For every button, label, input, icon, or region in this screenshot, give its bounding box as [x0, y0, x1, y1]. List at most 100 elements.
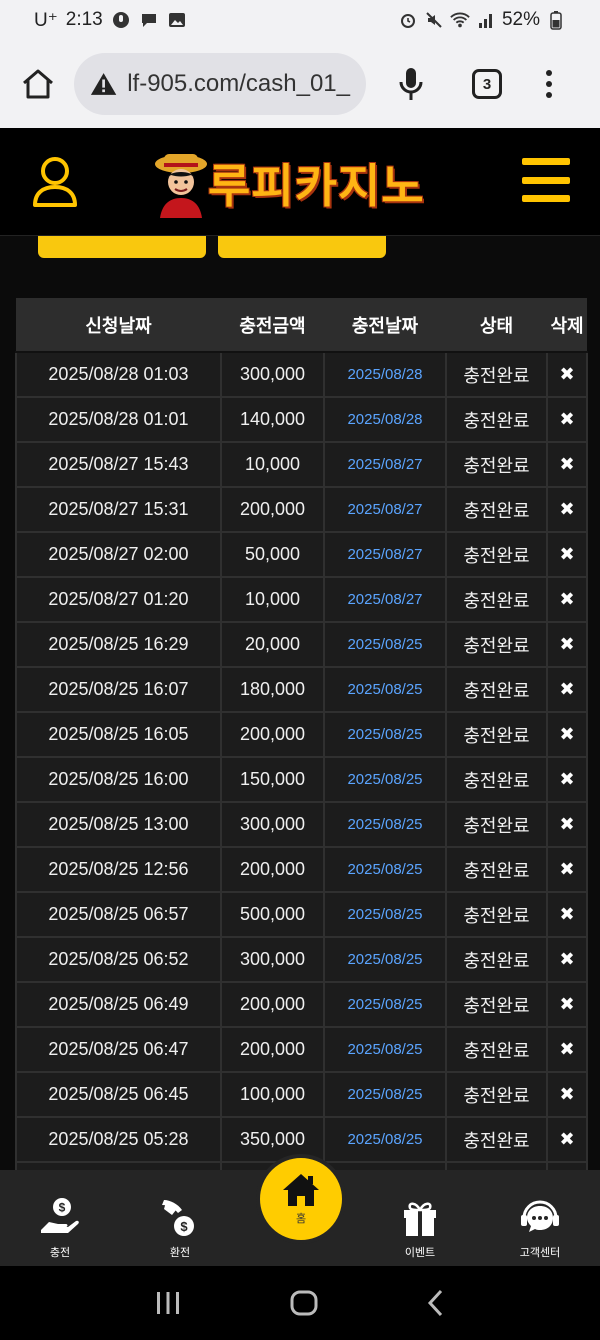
- delete-button[interactable]: ✖: [546, 1116, 588, 1163]
- delete-button[interactable]: ✖: [546, 846, 588, 893]
- wifi-icon: [450, 10, 470, 30]
- nav-withdraw[interactable]: $ 환전: [120, 1170, 240, 1266]
- back-button[interactable]: [426, 1289, 446, 1317]
- nav-support[interactable]: 고객센터: [480, 1170, 600, 1266]
- table-row: 2025/08/28 01:01 140,000 2025/08/28 충전완료 ✖: [15, 396, 588, 443]
- charge-date-cell: 2025/08/25: [323, 666, 447, 713]
- voice-search-button[interactable]: [396, 66, 426, 102]
- main-menu-button[interactable]: [522, 158, 570, 202]
- amount-cell: 100,000: [220, 1071, 325, 1118]
- android-home-button[interactable]: [290, 1289, 318, 1317]
- col-amount: 충전금액: [221, 298, 324, 353]
- nav-support-label: 고객센터: [519, 1247, 561, 1259]
- nav-event[interactable]: 이벤트: [360, 1170, 480, 1266]
- table-row: 2025/08/25 16:00 150,000 2025/08/25 충전완료 ✖: [15, 756, 588, 803]
- charge-date-cell: 2025/08/25: [323, 981, 447, 1028]
- delete-button[interactable]: [546, 1161, 588, 1170]
- tab-switcher-button[interactable]: 3: [472, 69, 502, 99]
- house-outline-icon: [23, 69, 53, 99]
- site-logo[interactable]: 루피카지노: [150, 146, 456, 220]
- request-date-cell: 2025/08/27 01:20: [15, 576, 222, 623]
- request-date-cell: 2025/08/27 15:43: [15, 441, 222, 488]
- clock: 2:13: [65, 9, 103, 30]
- delete-button[interactable]: ✖: [546, 576, 588, 623]
- recent-apps-button[interactable]: [154, 1290, 182, 1316]
- delete-button[interactable]: ✖: [546, 756, 588, 803]
- table-row: 2025/08/27 02:00 50,000 2025/08/27 충전완료 ✖: [15, 531, 588, 578]
- delete-button[interactable]: ✖: [546, 351, 588, 398]
- charge-date-cell: 2025/08/25: [323, 801, 447, 848]
- status-cell: 충전완료: [445, 351, 548, 398]
- delete-button[interactable]: ✖: [546, 531, 588, 578]
- delete-button[interactable]: ✖: [546, 666, 588, 713]
- delete-button[interactable]: ✖: [546, 936, 588, 983]
- request-date-cell: 2025/08/25 13:00: [15, 801, 222, 848]
- nav-deposit[interactable]: $ 충전: [0, 1170, 120, 1266]
- amount-cell: 150,000: [220, 756, 325, 803]
- address-bar[interactable]: lf-905.com/cash_01_: [74, 53, 366, 115]
- delete-button[interactable]: ✖: [546, 621, 588, 668]
- amount-cell: 200,000: [220, 711, 325, 758]
- table-row: 2025/08/25 06:49 200,000 2025/08/25 충전완료 ✖: [15, 981, 588, 1028]
- deposit-history-table: 신청날짜 충전금액 충전날짜 상태 삭제 2025/08/28 01:03 300…: [15, 298, 588, 1170]
- amount-cell: 10,000: [220, 576, 325, 623]
- delete-button[interactable]: ✖: [546, 1026, 588, 1073]
- svg-text:$: $: [59, 1201, 66, 1215]
- status-bar: U⁺ 2:13 52%: [0, 0, 600, 40]
- charge-date-cell: 2025/08/25: [323, 1026, 447, 1073]
- user-account-button[interactable]: [32, 156, 78, 208]
- delete-button[interactable]: ✖: [546, 891, 588, 938]
- nav-home-button[interactable]: 홈: [256, 1154, 346, 1244]
- amount-cell: 300,000: [220, 351, 325, 398]
- delete-button[interactable]: ✖: [546, 486, 588, 533]
- amount-cell: 140,000: [220, 396, 325, 443]
- status-cell: 충전완료: [445, 936, 548, 983]
- request-date-cell: 2025/08/25 05:28: [15, 1116, 222, 1163]
- nav-home-label: 홈: [295, 1213, 307, 1225]
- amount-cell: 300,000: [220, 936, 325, 983]
- delete-button[interactable]: ✖: [546, 441, 588, 488]
- status-cell: 충전완료: [445, 801, 548, 848]
- status-cell: 충전완료: [445, 621, 548, 668]
- android-navigation-bar: [0, 1266, 600, 1340]
- browser-menu-button[interactable]: [546, 70, 552, 98]
- amount-cell: 200,000: [220, 486, 325, 533]
- charge-date-cell: [323, 1161, 447, 1170]
- browser-home-button[interactable]: [20, 66, 56, 102]
- status-cell: 충전완료: [445, 846, 548, 893]
- delete-button[interactable]: ✖: [546, 396, 588, 443]
- amount-cell: 200,000: [220, 981, 325, 1028]
- request-date-cell: 2025/08/25 06:57: [15, 891, 222, 938]
- request-date-cell: 2025/08/28 01:03: [15, 351, 222, 398]
- status-cell: 충전완료: [445, 711, 548, 758]
- request-date-cell: 2025/08/25 06:49: [15, 981, 222, 1028]
- yellow-action-button-left[interactable]: [38, 236, 206, 258]
- delete-button[interactable]: ✖: [546, 981, 588, 1028]
- table-row: 2025/08/25 16:05 200,000 2025/08/25 충전완료 ✖: [15, 711, 588, 758]
- request-date-cell: 2025/08/25 06:47: [15, 1026, 222, 1073]
- charge-date-cell: 2025/08/25: [323, 1071, 447, 1118]
- table-row: 2025/08/27 15:31 200,000 2025/08/27 충전완료 ✖: [15, 486, 588, 533]
- table-row: 2025/08/25 06:52 300,000 2025/08/25 충전완료 ✖: [15, 936, 588, 983]
- amount-cell: 20,000: [220, 621, 325, 668]
- request-date-cell: 2025/08/25 06:45: [15, 1071, 222, 1118]
- status-cell: 충전완료: [445, 756, 548, 803]
- charge-date-cell: 2025/08/28: [323, 351, 447, 398]
- warning-triangle-icon: [90, 73, 117, 95]
- charge-date-cell: 2025/08/25: [323, 936, 447, 983]
- status-cell: 충전완료: [445, 576, 548, 623]
- col-delete: 삭제: [547, 298, 587, 353]
- amount-cell: 300,000: [220, 801, 325, 848]
- request-date-cell: 2025/08/25 16:07: [15, 666, 222, 713]
- delete-button[interactable]: ✖: [546, 711, 588, 758]
- table-row: 2025/08/25 06:47 200,000 2025/08/25 충전완료 ✖: [15, 1026, 588, 1073]
- delete-button[interactable]: ✖: [546, 1071, 588, 1118]
- delete-button[interactable]: ✖: [546, 801, 588, 848]
- microphone-icon: [399, 68, 423, 100]
- table-row: 2025/08/25 13:00 300,000 2025/08/25 충전완료 ✖: [15, 801, 588, 848]
- pirate-mascot-icon: [155, 154, 207, 218]
- status-cell: 충전완료: [445, 1116, 548, 1163]
- amount-cell: 180,000: [220, 666, 325, 713]
- request-date-cell: 2025/08/25 16:29: [15, 621, 222, 668]
- yellow-action-button-right[interactable]: [218, 236, 386, 258]
